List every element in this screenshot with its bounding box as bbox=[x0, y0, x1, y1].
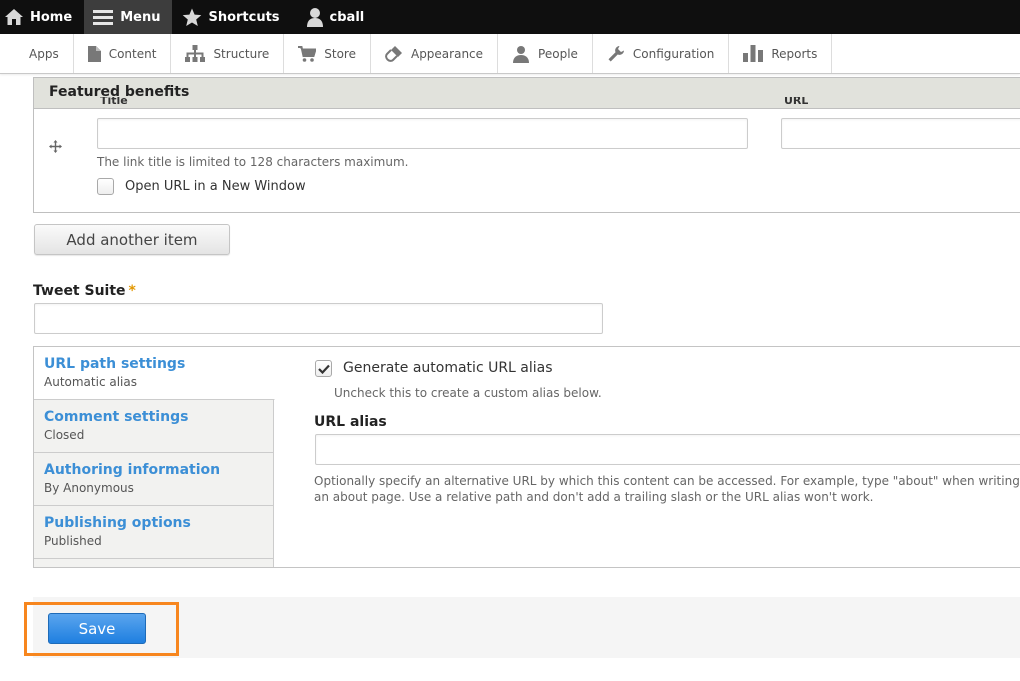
tray-item-configuration[interactable]: Configuration bbox=[593, 34, 730, 73]
new-window-checkbox[interactable] bbox=[97, 178, 114, 195]
cart-icon bbox=[298, 45, 317, 62]
vtab-publishing-options[interactable]: Publishing options Published bbox=[34, 506, 274, 559]
toolbar-user-label: cball bbox=[329, 9, 365, 25]
file-icon bbox=[87, 45, 101, 62]
tray-item-label: Structure bbox=[213, 46, 270, 61]
tray-item-label: Content bbox=[108, 46, 157, 61]
vtab-summary: Automatic alias bbox=[44, 375, 137, 389]
admin-toolbar: Home Menu Shortcuts cball bbox=[0, 0, 1020, 34]
link-title-input[interactable] bbox=[97, 118, 748, 149]
tray-item-label: Apps bbox=[29, 46, 59, 61]
tray-item-structure[interactable]: Structure bbox=[171, 34, 285, 73]
wrench-icon bbox=[608, 45, 624, 61]
move-icon bbox=[49, 140, 62, 153]
vtab-summary: Published bbox=[44, 534, 102, 548]
generate-alias-label: Generate automatic URL alias bbox=[343, 360, 553, 376]
toolbar-shortcuts-label: Shortcuts bbox=[208, 9, 280, 25]
tray-item-people[interactable]: People bbox=[498, 34, 593, 73]
title-column-label: Title bbox=[100, 97, 128, 105]
toolbar-shortcuts[interactable]: Shortcuts bbox=[178, 0, 289, 34]
vtab-title: URL path settings bbox=[44, 356, 186, 372]
tray-item-store[interactable]: Store bbox=[284, 34, 371, 73]
tray-item-apps[interactable]: Apps bbox=[0, 34, 74, 73]
tray-item-appearance[interactable]: Appearance bbox=[371, 34, 499, 73]
vertical-tabs-list: URL path settings Automatic alias Commen… bbox=[34, 347, 275, 567]
home-icon bbox=[5, 9, 23, 25]
tray-item-label: Configuration bbox=[632, 46, 715, 61]
generate-alias-description: Uncheck this to create a custom alias be… bbox=[334, 386, 602, 400]
tray-item-reports[interactable]: Reports bbox=[729, 34, 833, 73]
bar-chart-icon bbox=[743, 45, 764, 62]
form-actions bbox=[33, 597, 1020, 658]
new-window-label: Open URL in a New Window bbox=[125, 179, 306, 194]
tweet-suite-input[interactable] bbox=[34, 303, 603, 334]
vtab-authoring-information[interactable]: Authoring information By Anonymous bbox=[34, 453, 274, 506]
link-title-description: The link title is limited to 128 charact… bbox=[97, 155, 409, 169]
vtab-summary: Closed bbox=[44, 428, 85, 442]
hamburger-icon bbox=[93, 10, 114, 25]
vtab-summary: By Anonymous bbox=[44, 481, 134, 495]
tweet-suite-label: Tweet Suite bbox=[33, 283, 126, 299]
toolbar-home[interactable]: Home bbox=[0, 0, 82, 34]
vtab-url-path-settings[interactable]: URL path settings Automatic alias bbox=[34, 347, 275, 400]
url-column-label: URL bbox=[784, 97, 809, 105]
required-marker: * bbox=[128, 283, 136, 299]
save-button[interactable]: Save bbox=[48, 613, 146, 644]
admin-tray: Apps Content Structure Store Appearance … bbox=[0, 34, 1020, 74]
tray-item-label: Store bbox=[324, 46, 356, 61]
vtab-title: Authoring information bbox=[44, 462, 221, 478]
sitemap-icon bbox=[185, 45, 206, 62]
vtab-title: Comment settings bbox=[44, 409, 189, 425]
vertical-tabs: URL path settings Automatic alias Commen… bbox=[33, 346, 1020, 568]
user-icon bbox=[306, 8, 323, 27]
tray-item-label: Appearance bbox=[410, 46, 484, 61]
tray-item-content[interactable]: Content bbox=[74, 34, 172, 73]
url-alias-label: URL alias bbox=[314, 414, 387, 430]
url-alias-input[interactable] bbox=[315, 434, 1020, 465]
generate-alias-checkbox[interactable] bbox=[315, 360, 332, 377]
add-another-item-button[interactable]: Add another item bbox=[34, 224, 230, 255]
person-icon bbox=[513, 45, 530, 63]
featured-benefits-header: Featured benefits bbox=[34, 78, 1020, 109]
tray-item-label: Reports bbox=[771, 46, 818, 61]
tray-item-label: People bbox=[538, 46, 578, 61]
drag-handle[interactable] bbox=[49, 138, 62, 157]
paintbrush-icon bbox=[385, 45, 402, 62]
link-url-input[interactable] bbox=[781, 118, 1020, 149]
toolbar-home-label: Home bbox=[30, 9, 73, 25]
toolbar-menu[interactable]: Menu bbox=[84, 0, 173, 34]
url-alias-description: Optionally specify an alternative URL by… bbox=[314, 474, 1020, 504]
toolbar-menu-label: Menu bbox=[120, 9, 161, 25]
checkmark-icon bbox=[317, 364, 330, 374]
featured-benefits-table: Featured benefits Title URL The link tit… bbox=[33, 77, 1020, 213]
star-icon bbox=[183, 8, 202, 26]
tweet-suite-field-label: Tweet Suite * bbox=[33, 283, 136, 299]
vtab-title: Publishing options bbox=[44, 515, 191, 531]
vtab-comment-settings[interactable]: Comment settings Closed bbox=[34, 400, 274, 453]
toolbar-user[interactable]: cball bbox=[302, 0, 375, 34]
